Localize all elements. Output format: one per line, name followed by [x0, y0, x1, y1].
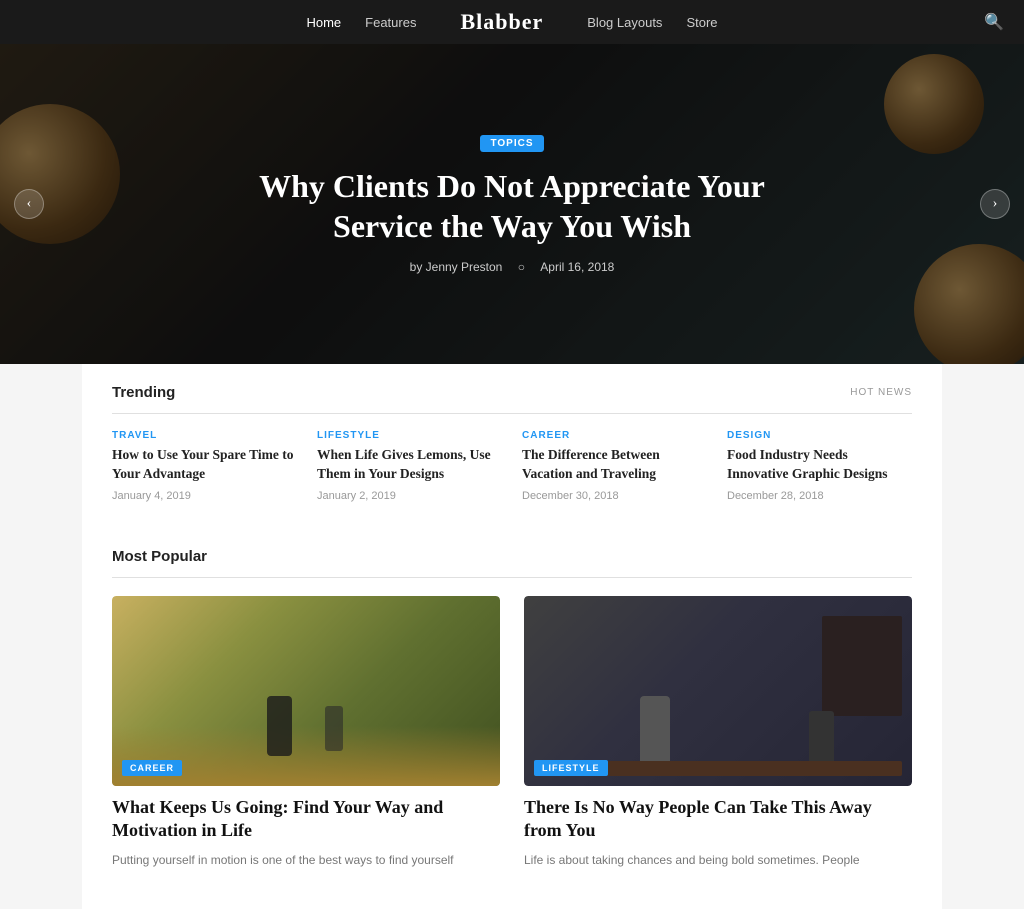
hero-overlay: TOPICS Why Clients Do Not Appreciate You… [0, 44, 1024, 364]
trending-item-2[interactable]: CAREER The Difference Between Vacation a… [522, 430, 707, 502]
nav-link-blog-layouts[interactable]: Blog Layouts [587, 15, 662, 30]
trending-item-0[interactable]: TRAVEL How to Use Your Spare Time to You… [112, 430, 297, 502]
trending-category-0: TRAVEL [112, 430, 297, 441]
studio-figure-1 [640, 696, 670, 766]
popular-card-category-1: LIFESTYLE [534, 760, 608, 776]
hero-title: Why Clients Do Not Appreciate Your Servi… [212, 166, 812, 246]
trending-category-3: DESIGN [727, 430, 912, 441]
trending-title: Trending [112, 384, 175, 401]
search-icon[interactable]: 🔍 [984, 12, 1004, 32]
nav-links: Home Features Blabber Blog Layouts Store [306, 9, 717, 35]
run-figure-2 [325, 706, 343, 751]
popular-card-1[interactable]: LIFESTYLE There Is No Way People Can Tak… [524, 596, 912, 869]
trending-category-1: LIFESTYLE [317, 430, 502, 441]
trending-category-2: CAREER [522, 430, 707, 441]
trending-grid: TRAVEL How to Use Your Spare Time to You… [112, 430, 912, 502]
main-container: Trending HOT NEWS TRAVEL How to Use Your… [82, 364, 942, 909]
studio-shelf [822, 616, 902, 716]
nav-link-home[interactable]: Home [306, 15, 341, 30]
popular-card-image-1: LIFESTYLE [524, 596, 912, 786]
hero-prev-arrow[interactable]: ‹ [14, 189, 44, 219]
trending-item-date-2: December 30, 2018 [522, 490, 707, 502]
trending-item-date-1: January 2, 2019 [317, 490, 502, 502]
trending-section-header: Trending HOT NEWS [112, 364, 912, 414]
popular-card-category-0: CAREER [122, 760, 182, 776]
trending-item-date-0: January 4, 2019 [112, 490, 297, 502]
most-popular-section-header: Most Popular [112, 532, 912, 578]
trending-item-3[interactable]: DESIGN Food Industry Needs Innovative Gr… [727, 430, 912, 502]
hero-tag: TOPICS [480, 135, 543, 152]
hero-author: by Jenny Preston [410, 260, 503, 274]
hero-next-arrow[interactable]: › [980, 189, 1010, 219]
popular-card-title-1: There Is No Way People Can Take This Awa… [524, 796, 912, 843]
navbar: Home Features Blabber Blog Layouts Store… [0, 0, 1024, 44]
popular-card-image-bg-0 [112, 596, 500, 786]
popular-card-excerpt-1: Life is about taking chances and being b… [524, 851, 912, 869]
trending-item-title-0: How to Use Your Spare Time to Your Advan… [112, 446, 297, 484]
nav-link-features[interactable]: Features [365, 15, 416, 30]
hero-meta: by Jenny Preston ○ April 16, 2018 [404, 260, 621, 274]
trending-item-title-2: The Difference Between Vacation and Trav… [522, 446, 707, 484]
most-popular-title: Most Popular [112, 548, 207, 565]
nav-link-store[interactable]: Store [686, 15, 717, 30]
image-trail-decoration [112, 726, 500, 786]
trending-item-1[interactable]: LIFESTYLE When Life Gives Lemons, Use Th… [317, 430, 502, 502]
popular-card-title-0: What Keeps Us Going: Find Your Way and M… [112, 796, 500, 843]
hero-date: April 16, 2018 [540, 260, 614, 274]
trending-item-date-3: December 28, 2018 [727, 490, 912, 502]
popular-card-excerpt-0: Putting yourself in motion is one of the… [112, 851, 500, 869]
popular-grid: CAREER What Keeps Us Going: Find Your Wa… [112, 596, 912, 869]
studio-figure-2 [809, 711, 834, 766]
trending-item-title-3: Food Industry Needs Innovative Graphic D… [727, 446, 912, 484]
popular-card-0[interactable]: CAREER What Keeps Us Going: Find Your Wa… [112, 596, 500, 869]
popular-card-image-0: CAREER [112, 596, 500, 786]
site-logo[interactable]: Blabber [460, 9, 543, 35]
hero-meta-separator: ○ [518, 260, 525, 274]
hero-section: TOPICS Why Clients Do Not Appreciate You… [0, 44, 1024, 364]
popular-card-image-bg-1 [524, 596, 912, 786]
hot-news-badge: HOT NEWS [850, 387, 912, 398]
trending-item-title-1: When Life Gives Lemons, Use Them in Your… [317, 446, 502, 484]
run-figure-1 [267, 696, 292, 756]
